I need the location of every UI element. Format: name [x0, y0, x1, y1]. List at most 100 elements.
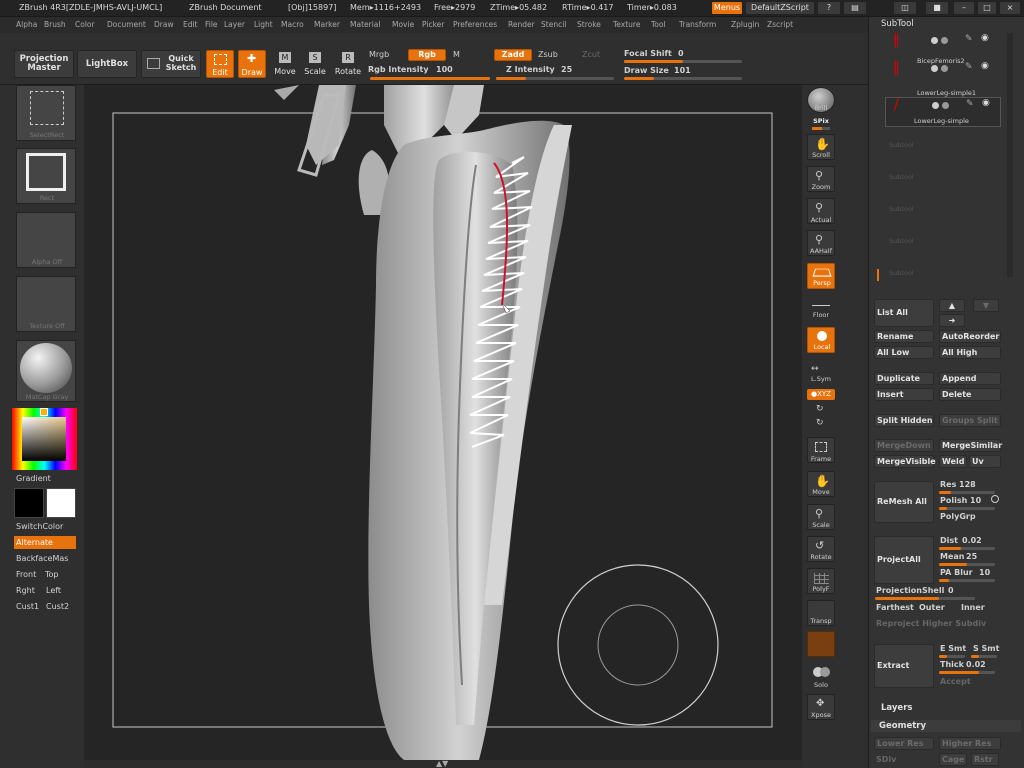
- remesh-all-button[interactable]: ReMesh All: [874, 481, 934, 523]
- lsym-icon[interactable]: ↔: [811, 364, 819, 374]
- layers-title[interactable]: Layers: [881, 703, 912, 713]
- menu-macro[interactable]: Macro: [281, 20, 304, 29]
- menu-tool[interactable]: Tool: [651, 20, 666, 29]
- mean-slider[interactable]: [939, 563, 995, 566]
- document-canvas[interactable]: [84, 85, 802, 761]
- brush-mode-icon[interactable]: ✎: [965, 34, 973, 44]
- menu-render[interactable]: Render: [508, 20, 535, 29]
- gradient-button[interactable]: Gradient: [16, 474, 51, 483]
- m-button[interactable]: M: [453, 50, 460, 59]
- menu-brush[interactable]: Brush: [44, 20, 66, 29]
- rgb-button[interactable]: Rgb: [408, 49, 446, 61]
- z-intensity-slider[interactable]: [496, 77, 614, 80]
- menu-zplugin[interactable]: Zplugin: [731, 20, 759, 29]
- insert-button[interactable]: Insert: [874, 388, 934, 401]
- menu-movie[interactable]: Movie: [392, 20, 414, 29]
- cust2-button[interactable]: Cust2: [46, 602, 69, 611]
- menu-layer[interactable]: Layer: [224, 20, 245, 29]
- menu-edit[interactable]: Edit: [183, 20, 198, 29]
- alternate-button[interactable]: Alternate: [14, 536, 76, 549]
- viewport-3d[interactable]: [84, 85, 802, 761]
- left-button[interactable]: Left: [46, 586, 61, 595]
- solo-icon[interactable]: [813, 665, 831, 679]
- cust1-button[interactable]: Cust1: [16, 602, 39, 611]
- s-smt-slider[interactable]: [971, 655, 997, 658]
- zadd-button[interactable]: Zadd: [494, 49, 532, 61]
- color-picker[interactable]: [12, 408, 77, 470]
- quick-sketch-button[interactable]: Quick Sketch: [141, 50, 201, 78]
- all-high-button[interactable]: All High: [939, 346, 1001, 359]
- menu-preferences[interactable]: Preferences: [453, 20, 497, 29]
- menu-draw[interactable]: Draw: [154, 20, 174, 29]
- polish-slider[interactable]: [939, 507, 995, 510]
- rotate-z-icon[interactable]: ↻: [816, 418, 824, 428]
- zsub-button[interactable]: Zsub: [538, 50, 558, 59]
- move-up-icon[interactable]: ▲: [939, 299, 965, 312]
- material-button[interactable]: MatCap Gray: [16, 340, 76, 402]
- move-down-icon[interactable]: ▼: [973, 299, 999, 312]
- color-marker-icon[interactable]: [40, 408, 48, 416]
- spix-label[interactable]: SPix: [800, 117, 842, 125]
- menu-material[interactable]: Material: [350, 20, 380, 29]
- front-button[interactable]: Front: [16, 570, 36, 579]
- bottom-tray-handle[interactable]: ▲▼: [84, 760, 802, 768]
- cage-button[interactable]: Cage: [939, 753, 967, 766]
- split-hidden-button[interactable]: Split Hidden: [874, 414, 934, 427]
- draw-button[interactable]: ✚ Draw: [238, 50, 266, 78]
- merge-similar-button[interactable]: MergeSimilar: [939, 439, 1002, 452]
- res-slider[interactable]: [939, 491, 995, 494]
- minimize-icon[interactable]: –: [953, 1, 975, 15]
- lower-res-button[interactable]: Lower Res: [874, 737, 934, 750]
- layout-icon[interactable]: ▤: [843, 1, 867, 15]
- subtool-list-slider[interactable]: [877, 269, 879, 281]
- arrow-right-icon[interactable]: ➜: [939, 314, 965, 327]
- merge-visible-button[interactable]: MergeVisible: [874, 455, 936, 468]
- default-zscript-button[interactable]: DefaultZScript: [745, 1, 815, 15]
- floor-icon[interactable]: [812, 298, 830, 306]
- accept-button[interactable]: Accept: [940, 677, 971, 686]
- pablur-slider[interactable]: [939, 579, 995, 582]
- spix-slider[interactable]: [812, 127, 830, 130]
- menus-button[interactable]: Menus: [711, 1, 743, 15]
- xyz-button[interactable]: ●XYZ: [807, 389, 835, 400]
- project-all-button[interactable]: ProjectAll: [874, 536, 934, 584]
- switchcolor-button[interactable]: SwitchColor: [16, 522, 63, 531]
- color-field[interactable]: [22, 417, 66, 461]
- menu-marker[interactable]: Marker: [314, 20, 340, 29]
- dist-slider[interactable]: [939, 547, 995, 550]
- duplicate-button[interactable]: Duplicate: [874, 372, 934, 385]
- secondary-color-swatch[interactable]: [14, 488, 44, 518]
- brush-mode-icon[interactable]: ✎: [966, 99, 974, 109]
- top-button[interactable]: Top: [45, 570, 59, 579]
- rename-button[interactable]: Rename: [874, 330, 934, 343]
- maximize-icon[interactable]: □: [977, 1, 997, 15]
- visibility-toggle-icon[interactable]: [932, 102, 939, 109]
- list-all-button[interactable]: List All: [874, 299, 934, 327]
- subtool-item[interactable]: LowerLeg-simple1: [885, 69, 1001, 99]
- empty-subtool-slot[interactable]: Subtool: [889, 141, 914, 149]
- projection-shell-slider[interactable]: [875, 597, 975, 600]
- backfacemask-button[interactable]: BackfaceMas: [16, 554, 68, 563]
- polygrp-button[interactable]: PolyGrp: [940, 512, 976, 521]
- weld-button[interactable]: Weld: [939, 455, 967, 468]
- draw-size-slider[interactable]: [624, 77, 742, 80]
- menu-zscript[interactable]: Zscript: [767, 20, 793, 29]
- higher-res-button[interactable]: Higher Res: [939, 737, 1001, 750]
- subtool-item-selected[interactable]: / ✎ ◉ LowerLeg-simple: [885, 97, 1001, 127]
- autoreorder-button[interactable]: AutoReorder: [939, 330, 1001, 343]
- selectrect-button[interactable]: SelectRect: [16, 85, 76, 141]
- menu-stroke[interactable]: Stroke: [577, 20, 601, 29]
- empty-subtool-slot[interactable]: Subtool: [889, 205, 914, 213]
- mrgb-button[interactable]: Mrgb: [369, 50, 389, 59]
- menu-alpha[interactable]: Alpha: [16, 20, 37, 29]
- thick-slider[interactable]: [939, 671, 995, 674]
- subtool-title[interactable]: SubTool: [881, 19, 914, 29]
- texture-button[interactable]: Texture Off: [16, 276, 76, 332]
- scale-button[interactable]: S Scale: [302, 50, 328, 78]
- polypaint-toggle-icon[interactable]: [942, 102, 949, 109]
- empty-subtool-slot[interactable]: Subtool: [889, 173, 914, 181]
- visibility-toggle-icon[interactable]: [931, 37, 938, 44]
- focal-shift-slider[interactable]: [624, 60, 742, 63]
- persp-button[interactable]: Persp: [807, 263, 835, 289]
- edit-button[interactable]: Edit: [206, 50, 234, 78]
